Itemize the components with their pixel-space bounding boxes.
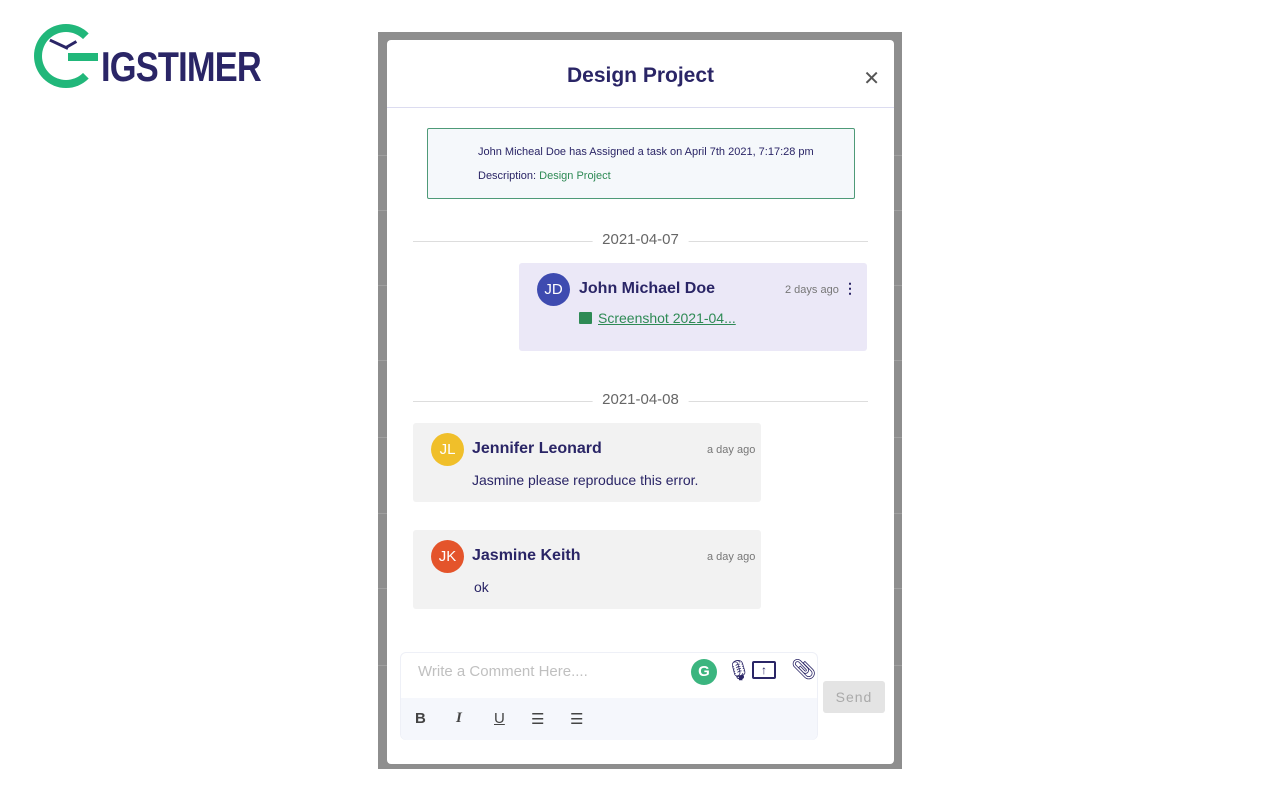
gigstimer-logo: IGSTIMER — [34, 24, 262, 94]
screen-share-icon[interactable]: ↑ — [752, 661, 776, 679]
more-options-icon[interactable]: ⋮ — [843, 280, 857, 297]
task-assignment-notice: John Micheal Doe has Assigned a task on … — [427, 128, 855, 199]
description-value: Design Project — [539, 170, 611, 182]
comment-input[interactable]: Write a Comment Here.... — [418, 663, 588, 680]
comment-composer: Write a Comment Here.... G 🎙︎ ↑ 📎︎ B I U… — [400, 652, 818, 740]
underline-button[interactable]: U — [494, 710, 505, 727]
modal-title: Design Project — [566, 64, 715, 87]
comment-item: JL Jennifer Leonard a day ago Jasmine pl… — [413, 423, 761, 502]
close-icon[interactable]: ✕ — [863, 66, 880, 91]
image-icon — [579, 312, 592, 324]
grammarly-icon[interactable]: G — [691, 659, 717, 685]
formatting-toolbar: B I U ☰ ☰ — [401, 698, 817, 740]
avatar: JD — [537, 273, 570, 306]
avatar: JL — [431, 433, 464, 466]
numbered-list-icon[interactable]: ☰ — [570, 710, 583, 728]
task-comments-modal: Design Project ✕ John Micheal Doe has As… — [387, 40, 894, 764]
microphone-icon[interactable]: 🎙︎ — [726, 658, 751, 683]
send-button[interactable]: Send — [823, 681, 885, 713]
paperclip-icon[interactable]: 📎︎ — [791, 657, 816, 682]
avatar: JK — [431, 540, 464, 573]
comment-item: JK Jasmine Keith a day ago ok — [413, 530, 761, 609]
italic-button[interactable]: I — [456, 710, 462, 727]
bold-button[interactable]: B — [415, 710, 426, 727]
comment-item: JD John Michael Doe 2 days ago ⋮ Screens… — [519, 263, 867, 351]
date-separator: 2021-04-07 — [413, 231, 868, 251]
bullet-list-icon[interactable]: ☰ — [531, 710, 544, 728]
date-separator: 2021-04-08 — [413, 391, 868, 411]
logo-text: IGSTIMER — [101, 43, 262, 90]
attachment-link[interactable]: Screenshot 2021-04... — [598, 310, 736, 326]
